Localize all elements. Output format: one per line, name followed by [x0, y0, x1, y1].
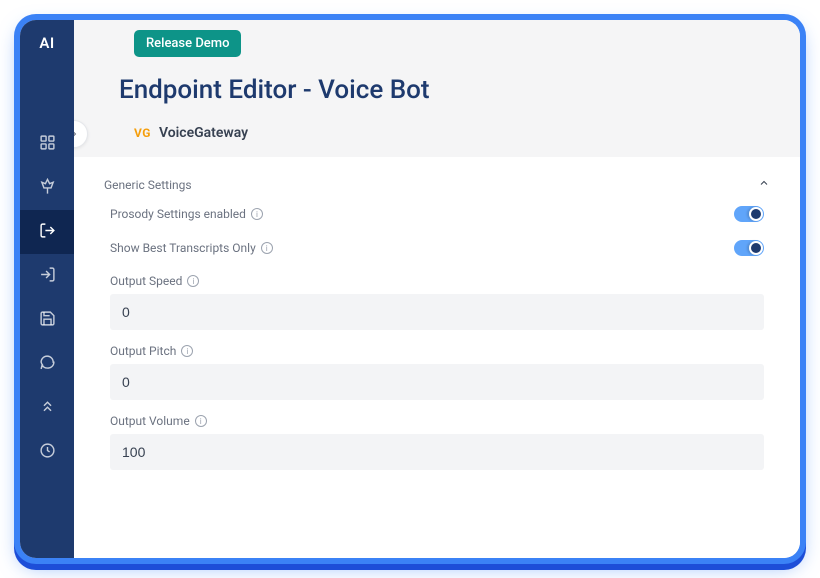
sidebar: AI — [20, 20, 74, 558]
sidebar-item-export[interactable] — [20, 210, 74, 254]
output-speed-field: Output Speed i — [110, 274, 764, 330]
sidebar-logo: AI — [39, 34, 54, 52]
pin-icon — [39, 178, 56, 199]
main-content: Release Demo Endpoint Editor - Voice Bot… — [74, 20, 800, 558]
sidebar-item-save[interactable] — [20, 298, 74, 342]
output-volume-label: Output Volume — [110, 414, 190, 428]
settings-body: Prosody Settings enabled i Show Best Tra… — [100, 206, 774, 470]
settings-panel: Generic Settings Prosody Settings enable… — [74, 157, 800, 558]
sidebar-item-settings[interactable] — [20, 430, 74, 474]
login-icon — [39, 266, 56, 287]
vg-prefix-label: VG — [134, 126, 151, 140]
logout-icon — [39, 222, 56, 243]
output-pitch-input[interactable] — [110, 364, 764, 400]
transcripts-toggle-row: Show Best Transcripts Only i — [110, 240, 764, 256]
chevron-right-icon — [74, 125, 80, 144]
sidebar-item-chat[interactable] — [20, 342, 74, 386]
chat-icon — [39, 354, 56, 375]
prosody-toggle-row: Prosody Settings enabled i — [110, 206, 764, 222]
header: Release Demo Endpoint Editor - Voice Bot… — [74, 20, 800, 157]
app-frame: AI — [20, 20, 800, 558]
output-pitch-label: Output Pitch — [110, 344, 176, 358]
save-icon — [39, 310, 56, 331]
page-title: Endpoint Editor - Voice Bot — [119, 75, 770, 105]
output-pitch-field: Output Pitch i — [110, 344, 764, 400]
output-speed-label: Output Speed — [110, 274, 182, 288]
prosody-label: Prosody Settings enabled i — [110, 207, 263, 221]
sidebar-item-dashboard[interactable] — [20, 122, 74, 166]
output-volume-field: Output Volume i — [110, 414, 764, 470]
endpoint-subtitle: VG VoiceGateway — [134, 125, 770, 141]
sidebar-item-deploy[interactable] — [20, 386, 74, 430]
grid-icon — [39, 134, 56, 155]
chevron-up-icon — [758, 177, 770, 192]
sidebar-item-import[interactable] — [20, 254, 74, 298]
output-volume-input[interactable] — [110, 434, 764, 470]
transcripts-label-text: Show Best Transcripts Only — [110, 241, 256, 255]
prosody-label-text: Prosody Settings enabled — [110, 207, 246, 221]
sidebar-item-pin[interactable] — [20, 166, 74, 210]
transcripts-toggle[interactable] — [734, 240, 764, 256]
panel-header[interactable]: Generic Settings — [100, 171, 774, 206]
info-icon[interactable]: i — [261, 242, 273, 254]
transcripts-label: Show Best Transcripts Only i — [110, 241, 273, 255]
output-speed-input[interactable] — [110, 294, 764, 330]
panel-heading: Generic Settings — [104, 178, 192, 192]
info-icon[interactable]: i — [251, 208, 263, 220]
chevrons-up-icon — [39, 398, 56, 419]
vg-name-label: VoiceGateway — [159, 125, 248, 141]
clock-icon — [39, 442, 56, 463]
prosody-toggle[interactable] — [734, 206, 764, 222]
info-icon[interactable]: i — [195, 415, 207, 427]
release-badge: Release Demo — [134, 30, 241, 57]
info-icon[interactable]: i — [187, 275, 199, 287]
info-icon[interactable]: i — [181, 345, 193, 357]
